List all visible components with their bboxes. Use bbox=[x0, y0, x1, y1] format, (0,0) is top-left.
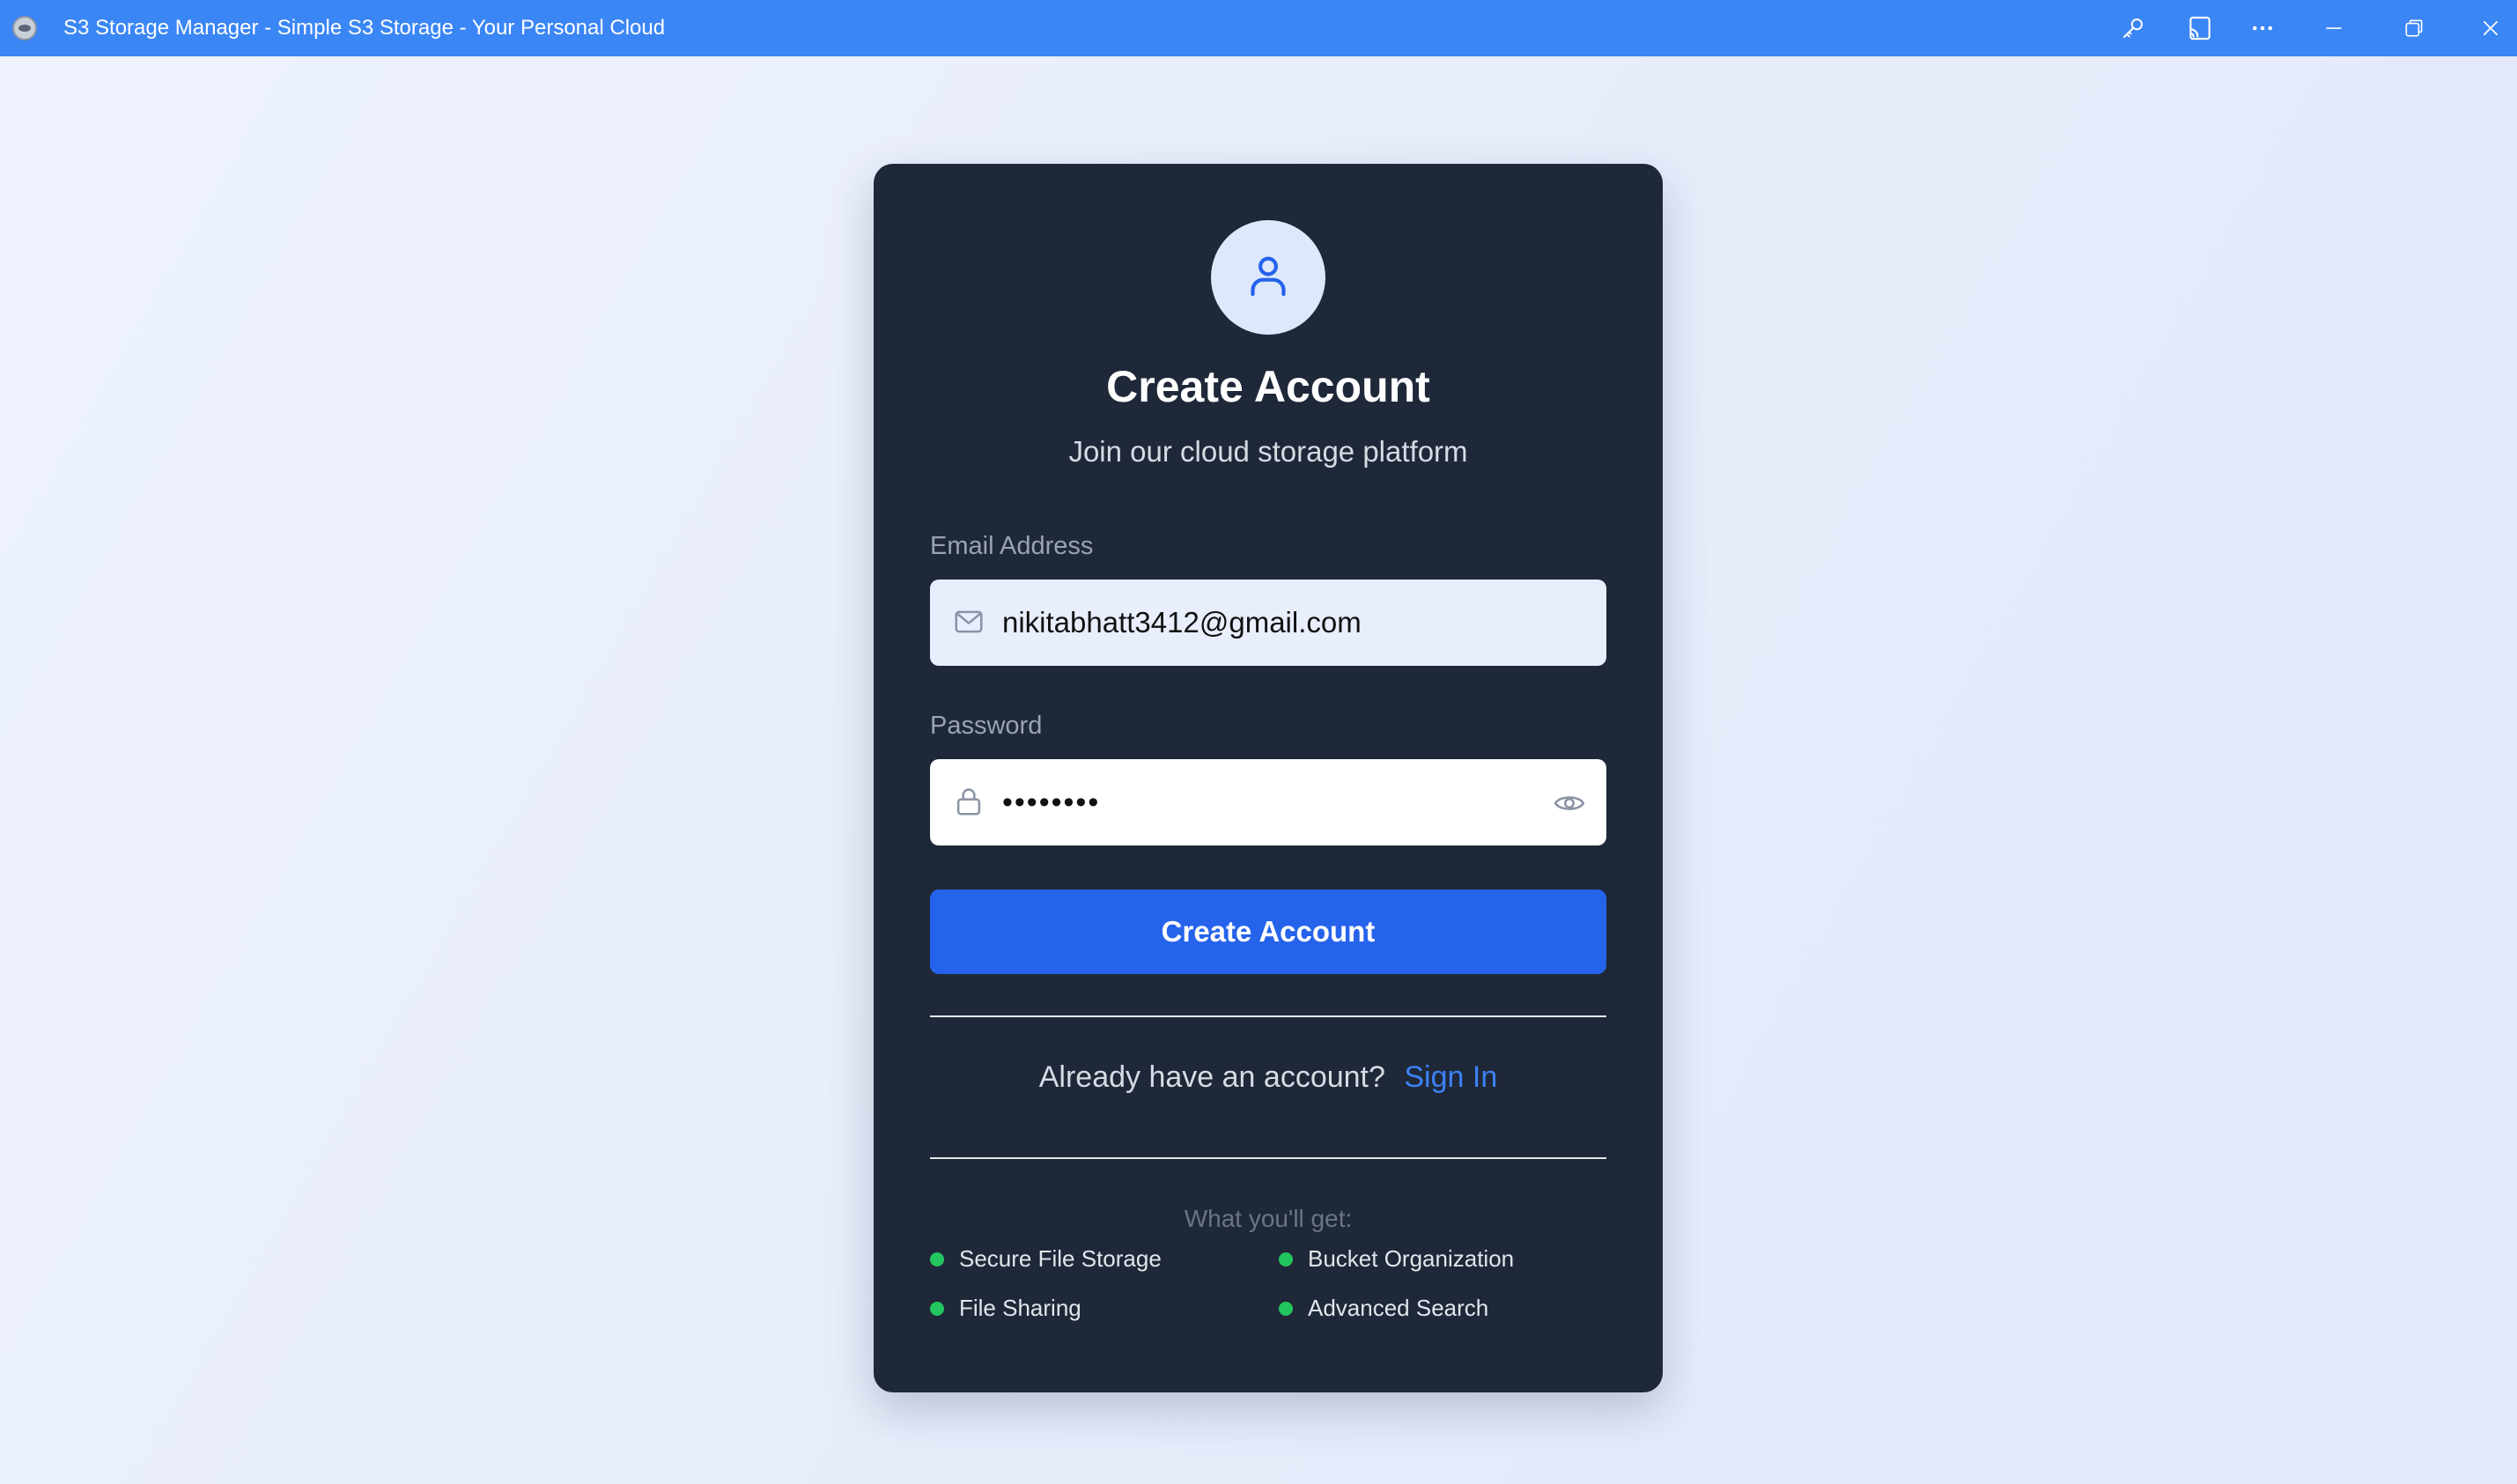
feature-label: Bucket Organization bbox=[1308, 1245, 1515, 1272]
title-bar: S3 Storage Manager - Simple S3 Storage -… bbox=[0, 0, 2517, 56]
password-value[interactable]: •••••••• bbox=[1002, 759, 1100, 845]
mail-icon bbox=[951, 604, 986, 639]
cast-icon[interactable] bbox=[2169, 0, 2231, 56]
feature-item: Advanced Search bbox=[1279, 1295, 1488, 1322]
minimize-icon[interactable] bbox=[2303, 0, 2365, 56]
signup-card: Create Account Join our cloud storage pl… bbox=[874, 164, 1663, 1392]
feature-item: Bucket Organization bbox=[1279, 1245, 1514, 1273]
key-icon[interactable] bbox=[2102, 0, 2164, 56]
restore-icon[interactable] bbox=[2383, 0, 2445, 56]
email-field[interactable]: nikitabhatt3412@gmail.com bbox=[930, 580, 1606, 666]
divider bbox=[930, 1157, 1606, 1159]
password-label: Password bbox=[930, 712, 1043, 740]
feature-label: Advanced Search bbox=[1308, 1295, 1489, 1321]
close-icon[interactable] bbox=[2464, 0, 2517, 56]
more-icon[interactable] bbox=[2232, 0, 2293, 56]
feature-item: Secure File Storage bbox=[930, 1245, 1162, 1273]
user-icon bbox=[1244, 251, 1293, 305]
page-title: Create Account bbox=[1106, 362, 1430, 411]
feature-item: File Sharing bbox=[930, 1295, 1081, 1322]
lock-icon bbox=[951, 784, 986, 819]
status-dot-icon bbox=[930, 1251, 944, 1266]
window-title: S3 Storage Manager - Simple S3 Storage -… bbox=[63, 16, 666, 40]
status-dot-icon bbox=[930, 1301, 944, 1316]
signin-link[interactable]: Sign In bbox=[1404, 1060, 1497, 1094]
app-icon bbox=[12, 16, 37, 41]
divider bbox=[930, 1015, 1606, 1017]
avatar bbox=[1211, 220, 1325, 335]
password-field[interactable]: •••••••• bbox=[930, 759, 1606, 845]
create-account-button[interactable]: Create Account bbox=[930, 890, 1606, 974]
status-dot-icon bbox=[1279, 1251, 1293, 1266]
eye-icon[interactable] bbox=[1552, 786, 1587, 821]
feature-label: File Sharing bbox=[959, 1295, 1081, 1321]
feature-label: Secure File Storage bbox=[959, 1245, 1162, 1272]
signin-prompt-row: Already have an account? Sign In bbox=[874, 1060, 1663, 1095]
status-dot-icon bbox=[1279, 1301, 1293, 1316]
page-subtitle: Join our cloud storage platform bbox=[1068, 435, 1468, 468]
email-value[interactable]: nikitabhatt3412@gmail.com bbox=[1002, 580, 1362, 666]
email-label: Email Address bbox=[930, 532, 1094, 560]
signin-prompt: Already have an account? bbox=[1038, 1060, 1385, 1094]
features-heading: What you'll get: bbox=[1184, 1205, 1353, 1232]
